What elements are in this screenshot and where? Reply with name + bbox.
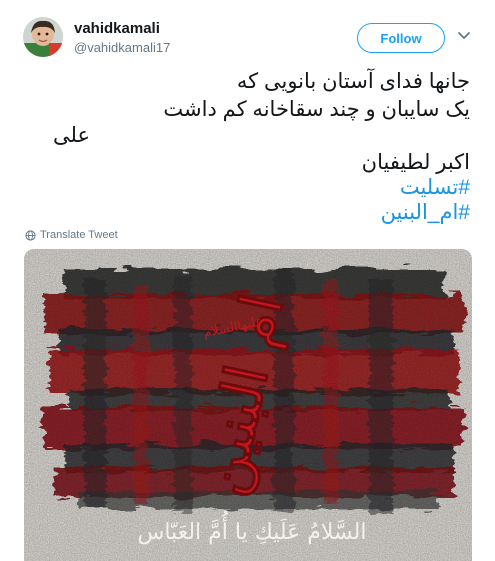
artwork: ام البنین علیهاالسلام السَّلامُ عَلَيكِ …: [24, 249, 472, 561]
tweet-line-2: یک سایبان و چند سقاخانه کم داشت: [163, 98, 470, 121]
chevron-down-icon[interactable]: [455, 26, 473, 44]
tweet-line-4: اکبر لطیفیان: [361, 151, 470, 174]
avatar[interactable]: [23, 17, 63, 57]
user-handle[interactable]: @vahidkamali17: [74, 40, 170, 55]
translate-tweet-link[interactable]: Translate Tweet: [25, 229, 118, 241]
tweet-media-image[interactable]: ام البنین علیهاالسلام السَّلامُ عَلَيكِ …: [24, 249, 472, 561]
globe-icon: [25, 229, 36, 241]
avatar-image: [23, 17, 63, 57]
tweet-line-3: علی: [53, 124, 90, 147]
hashtag-link[interactable]: #تسلیت: [24, 175, 470, 200]
hashtag-link[interactable]: #ام_البنین: [24, 200, 470, 225]
tweet-line-1: جانها فدای آستان بانویی که: [236, 70, 470, 93]
translate-label: Translate Tweet: [40, 229, 118, 241]
display-name[interactable]: vahidkamali: [74, 20, 160, 37]
follow-button[interactable]: Follow: [357, 23, 445, 53]
